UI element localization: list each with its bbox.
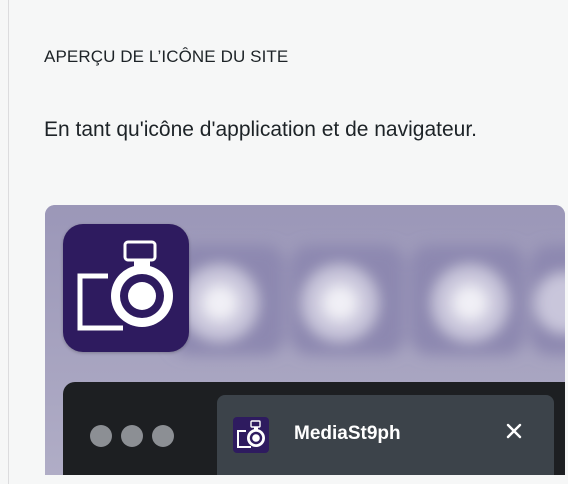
app-icon [63, 224, 189, 352]
camera-icon [237, 420, 265, 448]
site-icon-settings-panel: APERÇU DE L’ICÔNE DU SITE En tant qu'icô… [0, 0, 568, 484]
section-description: En tant qu'icône d'application et de nav… [44, 118, 478, 141]
favicon [233, 417, 269, 453]
section-title: APERÇU DE L’ICÔNE DU SITE [44, 47, 289, 66]
camera-icon [77, 240, 173, 331]
browser-tab[interactable]: MediaSt9ph [217, 395, 554, 475]
panel-divider [8, 0, 9, 484]
window-dot [121, 425, 143, 447]
close-icon[interactable] [500, 417, 528, 445]
window-dot [90, 425, 112, 447]
window-dot [152, 425, 174, 447]
browser-preview: MediaSt9ph [63, 382, 565, 475]
tab-title: MediaSt9ph [294, 423, 401, 444]
site-icon-preview: MediaSt9ph [45, 205, 565, 475]
